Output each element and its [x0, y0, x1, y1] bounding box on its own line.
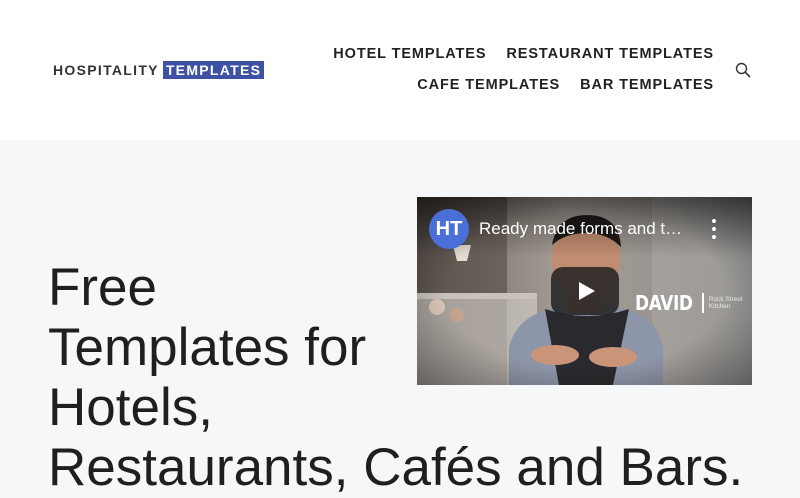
search-icon[interactable]: [735, 62, 751, 78]
logo-text-boxed: TEMPLATES: [162, 61, 265, 79]
video-embed[interactable]: HT Ready made forms and t… DAVID Rock St…: [417, 197, 752, 385]
hero-title-line: Hotels,: [48, 378, 213, 437]
overlay-divider: [701, 293, 704, 313]
hero-title-line: Restaurants, Cafés and Bars.: [48, 438, 744, 497]
site-logo[interactable]: HOSPITALITY TEMPLATES: [53, 61, 265, 79]
site-header: HOSPITALITY TEMPLATES HOTEL TEMPLATES RE…: [0, 0, 800, 140]
channel-avatar[interactable]: HT: [429, 209, 469, 249]
more-vertical-icon[interactable]: [707, 217, 721, 241]
video-lower-third: DAVID Rock Street Kitchen: [635, 291, 745, 315]
nav-item-hotel-templates[interactable]: HOTEL TEMPLATES: [333, 44, 486, 75]
nav-item-restaurant-templates[interactable]: RESTAURANT TEMPLATES: [506, 44, 714, 75]
nav-row-1: HOTEL TEMPLATES RESTAURANT TEMPLATES: [333, 44, 714, 75]
overlay-place: Rock Street Kitchen: [708, 296, 743, 310]
logo-text: HOSPITALITY: [53, 62, 159, 78]
video-title[interactable]: Ready made forms and t…: [479, 217, 704, 241]
overlay-name: DAVID: [635, 291, 693, 315]
play-icon: [579, 282, 595, 300]
main-nav: HOTEL TEMPLATES RESTAURANT TEMPLATES CAF…: [333, 44, 714, 106]
nav-row-2: CAFE TEMPLATES BAR TEMPLATES: [333, 75, 714, 106]
channel-initials: HT: [435, 217, 463, 240]
play-button[interactable]: [551, 267, 619, 315]
nav-item-bar-templates[interactable]: BAR TEMPLATES: [580, 75, 714, 106]
nav-item-cafe-templates[interactable]: CAFE TEMPLATES: [417, 75, 560, 106]
